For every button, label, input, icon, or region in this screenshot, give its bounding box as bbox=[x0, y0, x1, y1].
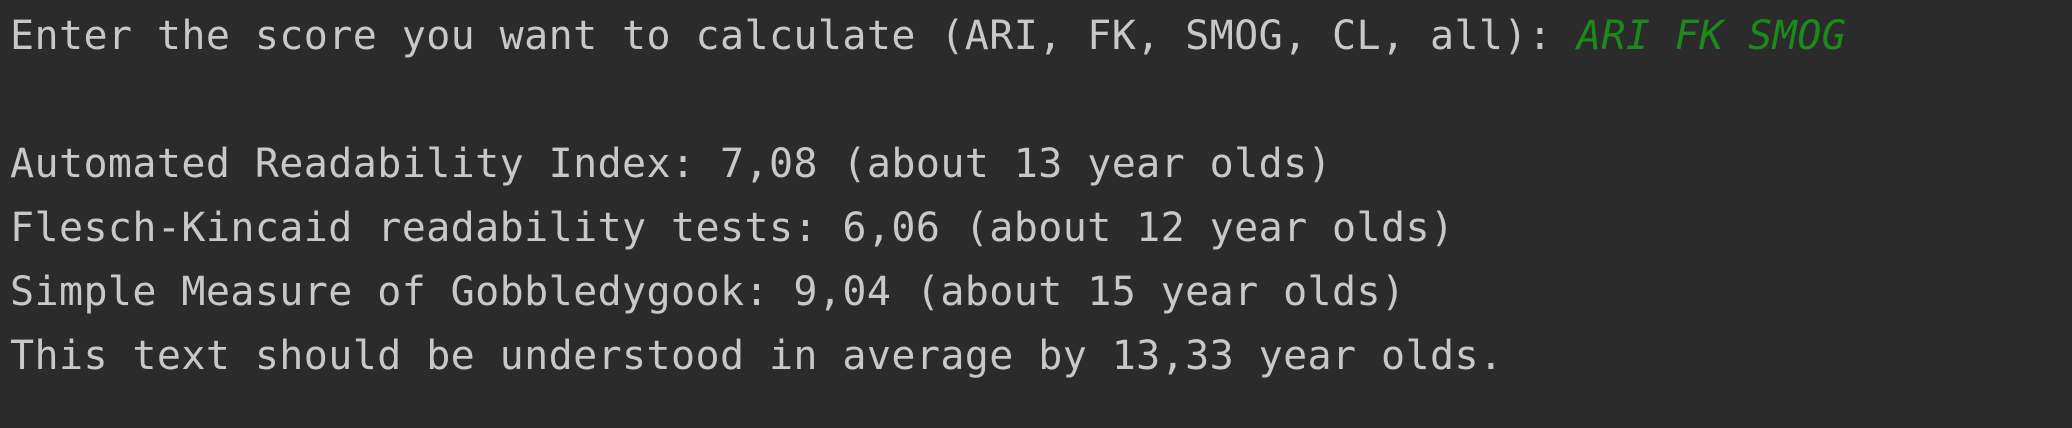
user-input-text: ARI FK SMOG bbox=[1576, 13, 1847, 59]
output-line-average: This text should be understood in averag… bbox=[10, 333, 1504, 379]
output-line-smog: Simple Measure of Gobbledygook: 9,04 (ab… bbox=[10, 269, 1406, 315]
input-prompt-line: Enter the score you want to calculate (A… bbox=[10, 12, 1846, 60]
output-line-ari: Automated Readability Index: 7,08 (about… bbox=[10, 141, 1333, 187]
run-console-output: Enter the score you want to calculate (A… bbox=[0, 0, 2072, 428]
prompt-text: Enter the score you want to calculate (A… bbox=[10, 13, 1577, 59]
output-line-fk: Flesch-Kincaid readability tests: 6,06 (… bbox=[10, 205, 1455, 251]
